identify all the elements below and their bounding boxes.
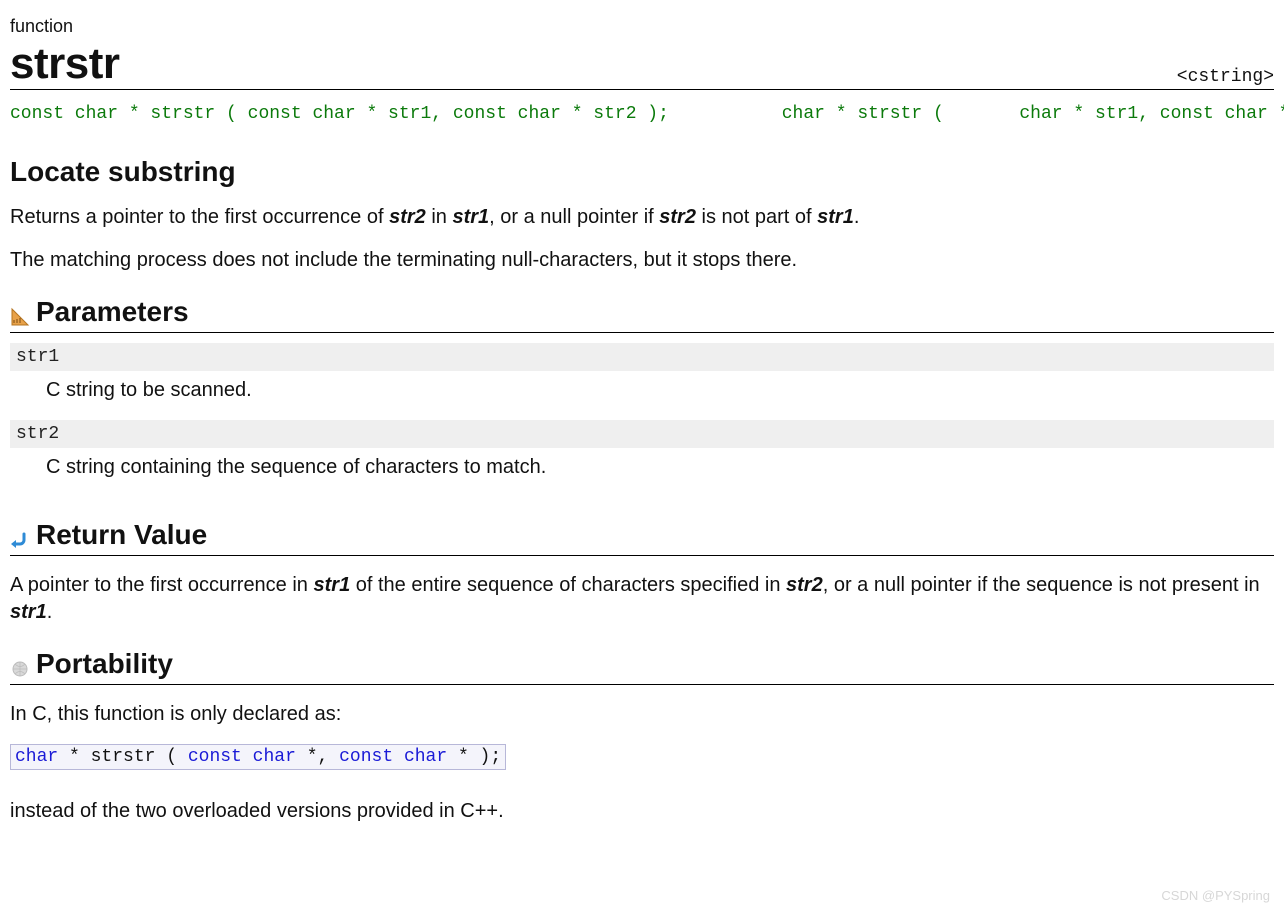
- kw: const: [188, 747, 242, 767]
- portability-title-text: Portability: [36, 648, 173, 680]
- return-value-heading: Return Value: [10, 519, 1274, 556]
- param-ref: str2: [659, 206, 696, 228]
- ruler-icon: [10, 302, 30, 322]
- return-value-title-text: Return Value: [36, 519, 207, 551]
- portability-code-box: char * strstr ( const char *, const char…: [10, 744, 1274, 770]
- param-ref: str2: [389, 206, 426, 228]
- kw: char: [15, 747, 58, 767]
- param-ref: str1: [452, 206, 489, 228]
- globe-icon: [10, 654, 30, 674]
- code-text: * strstr (: [58, 747, 188, 767]
- param-name: str2: [10, 420, 1274, 448]
- parameters-heading: Parameters: [10, 296, 1274, 333]
- portability-outro: instead of the two overloaded versions p…: [10, 798, 1274, 825]
- text: .: [854, 206, 860, 228]
- text: of the entire sequence of characters spe…: [350, 574, 786, 596]
- signature-2: char * strstr ( char * str1, const char …: [717, 104, 1284, 124]
- header-include: <cstring>: [1177, 67, 1274, 87]
- code-text: *,: [296, 747, 339, 767]
- param-desc: C string to be scanned.: [10, 371, 1274, 420]
- text: in: [426, 206, 453, 228]
- text: is not part of: [696, 206, 817, 228]
- function-kind-label: function: [10, 16, 1274, 37]
- signature-1: const char * strstr ( const char * str1,…: [10, 104, 669, 124]
- text: , or a null pointer if the sequence is n…: [823, 574, 1260, 596]
- param-ref: str2: [786, 574, 823, 596]
- function-name: strstr: [10, 41, 120, 87]
- portability-heading: Portability: [10, 648, 1274, 685]
- code-text: [242, 747, 253, 767]
- kw: char: [253, 747, 296, 767]
- text: Returns a pointer to the first occurrenc…: [10, 206, 389, 228]
- summary-title: Locate substring: [10, 156, 1274, 188]
- watermark: CSDN @PYSpring: [1161, 888, 1270, 903]
- kw: const: [339, 747, 393, 767]
- param-desc: C string containing the sequence of char…: [10, 448, 1274, 497]
- param-ref: str1: [314, 574, 351, 596]
- summary-paragraph-2: The matching process does not include th…: [10, 247, 1274, 274]
- summary-paragraph-1: Returns a pointer to the first occurrenc…: [10, 204, 1274, 231]
- code-text: * );: [447, 747, 501, 767]
- title-row: strstr <cstring>: [10, 41, 1274, 90]
- signature-row: const char * strstr ( const char * str1,…: [10, 90, 1274, 134]
- code-snippet: char * strstr ( const char *, const char…: [10, 744, 506, 770]
- text: A pointer to the first occurrence in: [10, 574, 314, 596]
- parameters-title-text: Parameters: [36, 296, 189, 328]
- param-name: str1: [10, 343, 1274, 371]
- text: .: [47, 601, 53, 623]
- portability-intro: In C, this function is only declared as:: [10, 701, 1274, 728]
- text: , or a null pointer if: [489, 206, 659, 228]
- param-ref: str1: [817, 206, 854, 228]
- return-arrow-icon: [10, 525, 30, 545]
- param-ref: str1: [10, 601, 47, 623]
- return-value-paragraph: A pointer to the first occurrence in str…: [10, 572, 1274, 626]
- code-text: [393, 747, 404, 767]
- kw: char: [404, 747, 447, 767]
